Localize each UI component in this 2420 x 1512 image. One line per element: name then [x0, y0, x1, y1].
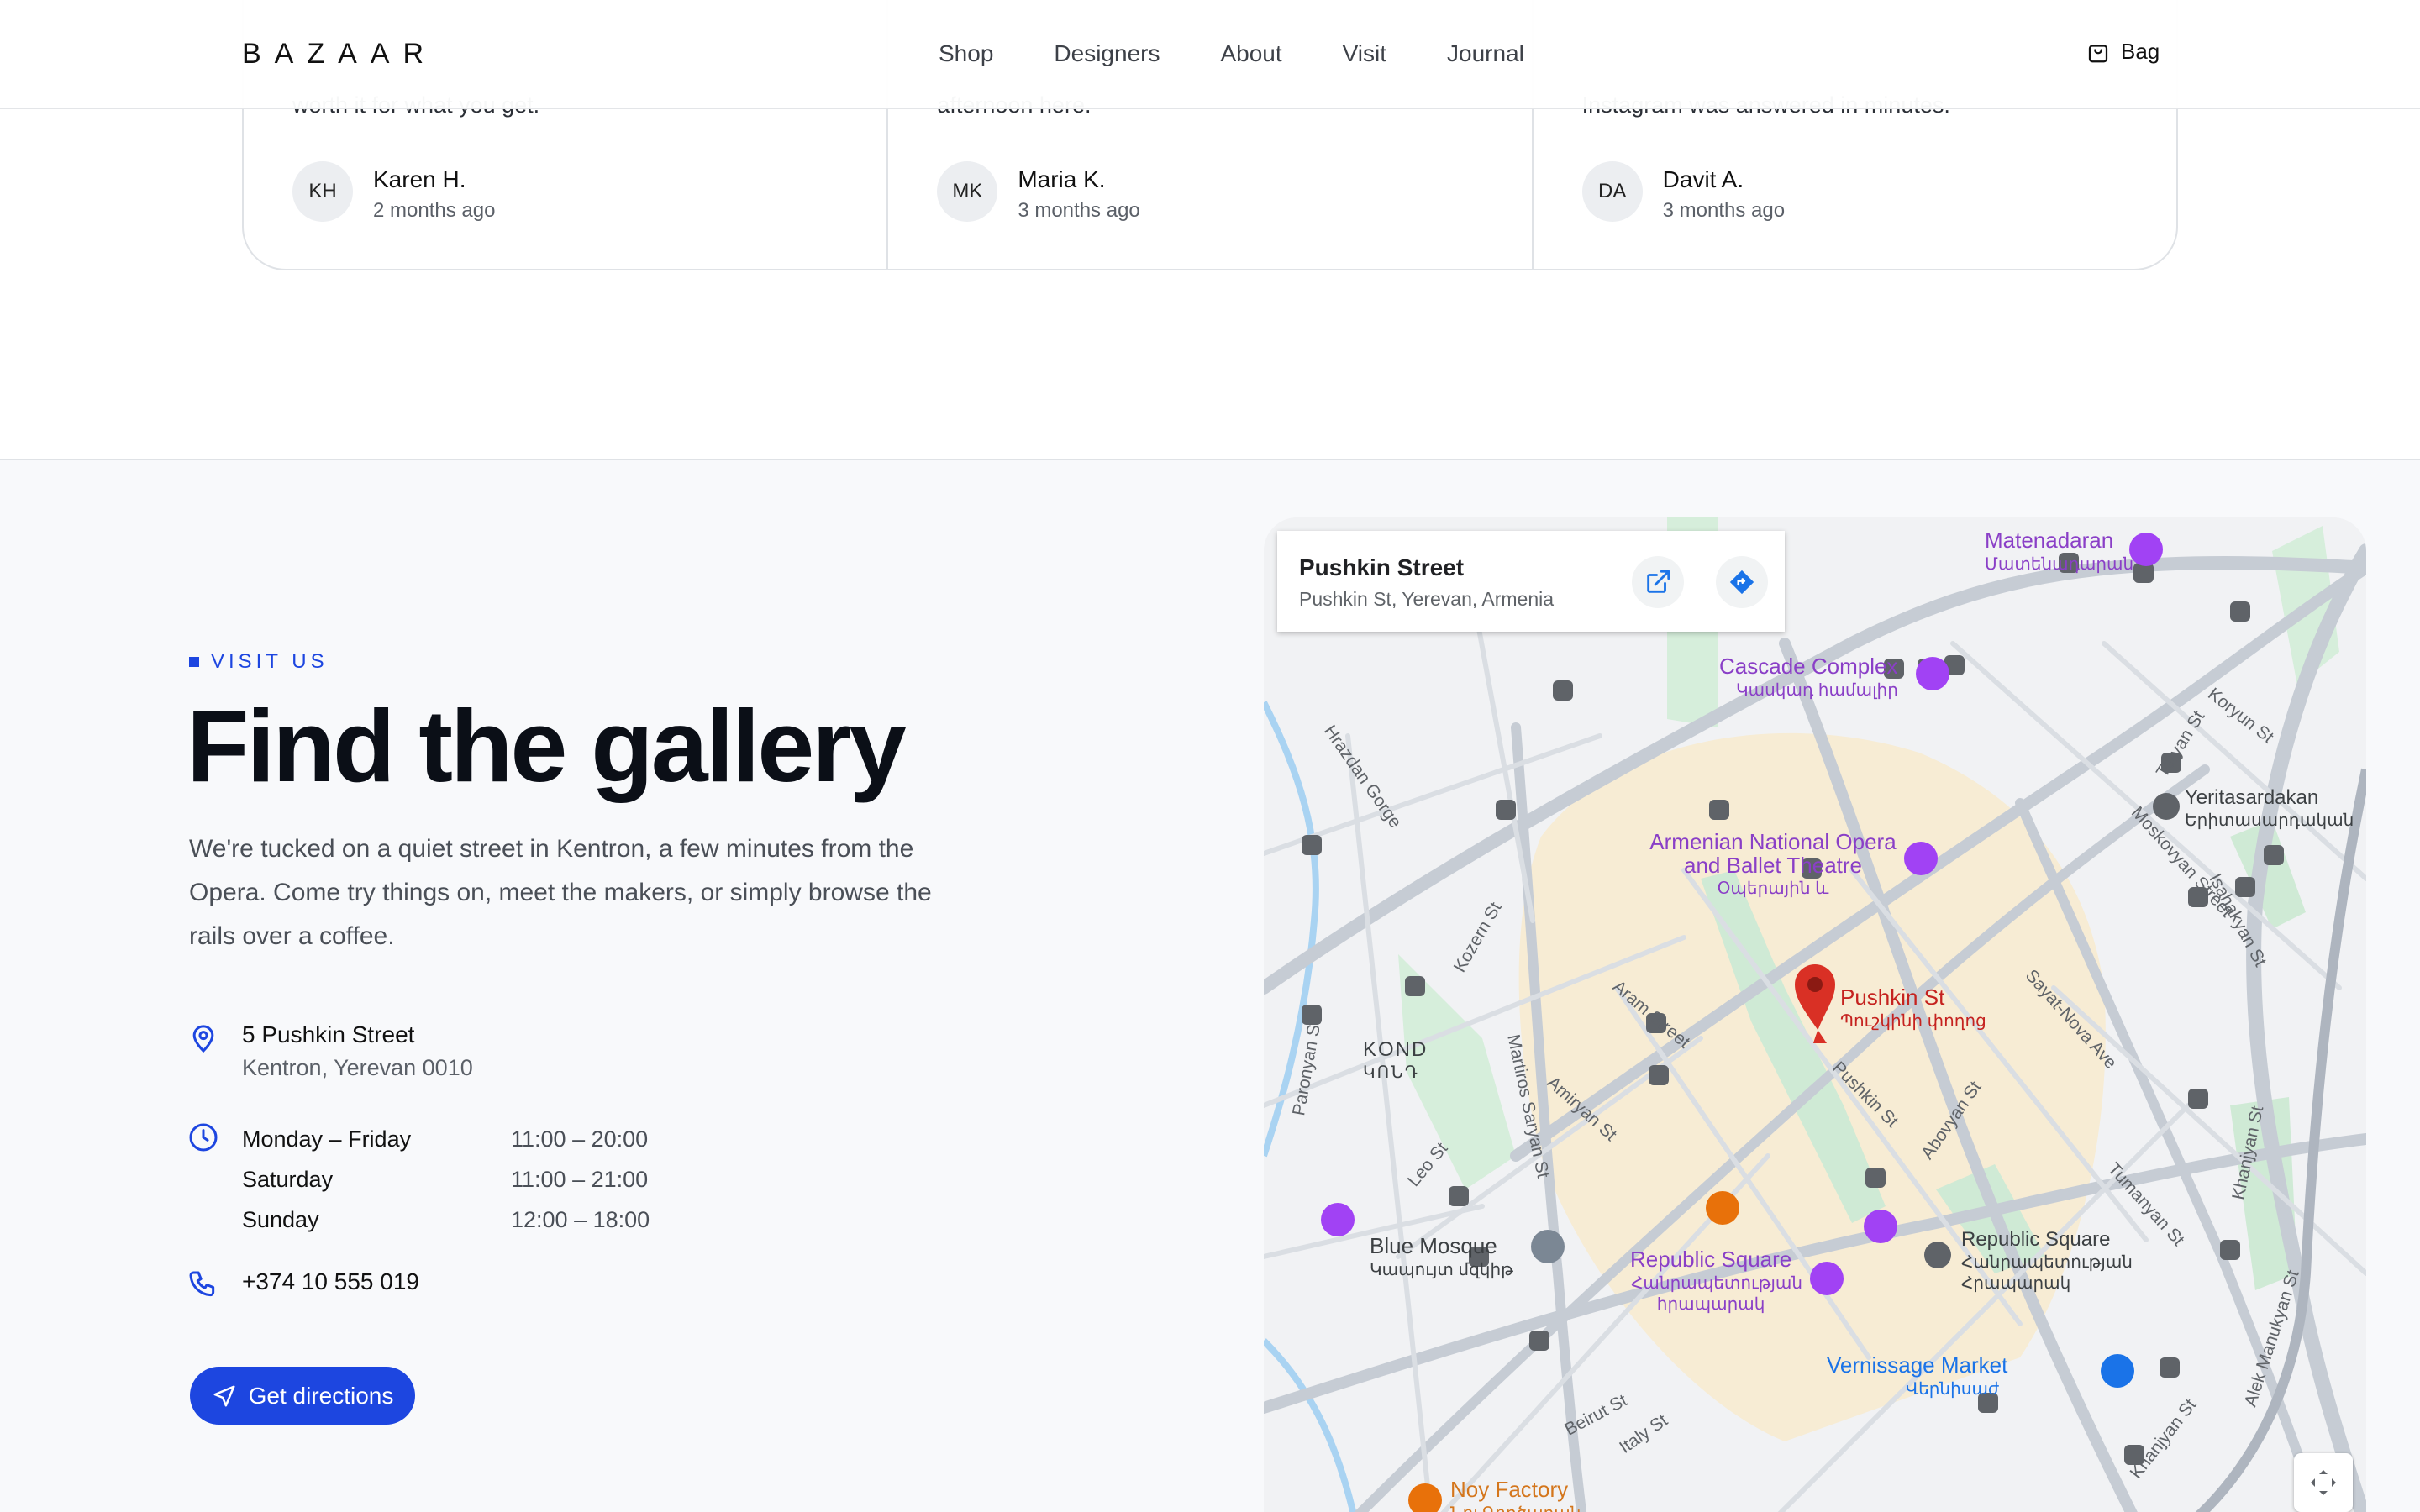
- directions-icon: [1729, 570, 1754, 595]
- section-eyebrow: VISIT US: [189, 650, 329, 674]
- hours-row: Saturday 11:00 – 21:00: [242, 1159, 650, 1200]
- map-place-card: Pushkin Street Pushkin St, Yerevan, Arme…: [1277, 531, 1785, 632]
- map-label-pushkin-pin[interactable]: Pushkin St Պուշկինի փողոց: [1840, 984, 1986, 1032]
- map-label-opera[interactable]: Armenian National Opera and Ballet Theat…: [1639, 830, 1907, 900]
- nav-about[interactable]: About: [1220, 40, 1281, 67]
- avatar: DA: [1581, 161, 1643, 222]
- nav-journal[interactable]: Journal: [1447, 40, 1524, 67]
- map-label-noy-factory[interactable]: Noy FactoryՆոյ Գործարան: [1450, 1477, 1581, 1512]
- nav-designers[interactable]: Designers: [1054, 40, 1160, 67]
- map-label-vernissage[interactable]: Vernissage Market Վերնիսաժ: [1827, 1352, 2007, 1399]
- hours-time: 11:00 – 21:00: [511, 1166, 649, 1192]
- hours-day: Monday – Friday: [242, 1126, 412, 1152]
- review-date: 3 months ago: [1018, 199, 1140, 222]
- hours-time: 11:00 – 20:00: [511, 1126, 649, 1152]
- map-fullscreen-button[interactable]: [2294, 1453, 2353, 1512]
- eyebrow-label: VISIT US: [211, 650, 329, 673]
- eyebrow-square-icon: [189, 657, 199, 667]
- map-card-title: Pushkin Street: [1299, 554, 1465, 580]
- section-title: Find the gallery: [187, 689, 907, 803]
- map-label-yeritasardakan[interactable]: Yeritasardakan Երիտասարդական: [2185, 786, 2354, 831]
- review-date: 2 months ago: [373, 199, 496, 222]
- hours-day: Saturday: [242, 1166, 334, 1192]
- location-pin-icon: [192, 1025, 214, 1053]
- opening-hours: Monday – Friday 11:00 – 20:00 Saturday 1…: [242, 1119, 650, 1240]
- site-header: BAZAAR Shop Designers About Visit Journa…: [0, 0, 2420, 109]
- map-label-cascade[interactable]: Cascade Complex Կասկադ համալիր: [1719, 654, 1898, 701]
- get-directions-label: Get directions: [248, 1382, 394, 1409]
- hours-row: Sunday 12:00 – 18:00: [242, 1200, 650, 1240]
- address-line-2: Kentron, Yerevan 0010: [242, 1055, 473, 1080]
- bag-label: Bag: [2121, 39, 2160, 64]
- map-label-republic-square-station[interactable]: Republic Square Հանրապետության Հրապարակ: [1961, 1228, 2133, 1294]
- nav-visit[interactable]: Visit: [1343, 40, 1386, 67]
- reviewer-name: Maria K.: [1018, 166, 1106, 192]
- map-directions-button[interactable]: [1716, 556, 1768, 608]
- review-date: 3 months ago: [1662, 199, 1786, 222]
- map-label-republic-square[interactable]: Republic Square Հանրապետության հրապարակ: [1630, 1247, 1802, 1315]
- fullscreen-icon: [2311, 1470, 2336, 1495]
- brand-logo[interactable]: BAZAAR: [242, 38, 437, 71]
- address-line-1: 5 Pushkin Street: [242, 1021, 415, 1047]
- navigation-arrow-icon: [213, 1385, 235, 1406]
- section-lead: We're tucked on a quiet street in Kentro…: [189, 835, 932, 950]
- shopping-bag-icon: [2088, 44, 2108, 62]
- reviewer-name: Davit A.: [1662, 166, 1744, 192]
- clock-icon: [189, 1123, 218, 1152]
- avatar: MK: [937, 161, 998, 222]
- map-embed[interactable]: Matenadaran Մատենադարան Cascade Complex Կա…: [1264, 517, 2366, 1512]
- phone-icon: [189, 1271, 215, 1297]
- hours-row: Monday – Friday 11:00 – 20:00: [242, 1119, 650, 1159]
- map-label-kond: KOND ԿՈՆԴ: [1363, 1038, 1428, 1082]
- open-in-maps-button[interactable]: [1632, 556, 1684, 608]
- map-label-matenadaran[interactable]: Matenadaran Մատենադարան: [1985, 528, 2133, 575]
- hours-day: Sunday: [242, 1206, 319, 1232]
- phone-link[interactable]: +374 10 555 019: [242, 1268, 419, 1295]
- hours-time: 12:00 – 18:00: [511, 1206, 650, 1232]
- nav-shop[interactable]: Shop: [939, 40, 993, 67]
- visit-section: VISIT US Find the gallery We're tucked o…: [0, 459, 2420, 1512]
- get-directions-button[interactable]: Get directions: [190, 1367, 415, 1425]
- map-label-blue-mosque[interactable]: Blue Mosque Կապույտ մզկիթ: [1370, 1233, 1513, 1280]
- map-card-subtitle: Pushkin St, Yerevan, Armenia: [1299, 588, 1555, 610]
- external-link-icon: [1647, 570, 1670, 593]
- bag-button[interactable]: Bag: [2086, 39, 2160, 65]
- avatar: KH: [292, 161, 353, 222]
- reviewer-name: Karen H.: [373, 166, 466, 192]
- main-nav: Shop Designers About Visit Journal: [939, 40, 1524, 67]
